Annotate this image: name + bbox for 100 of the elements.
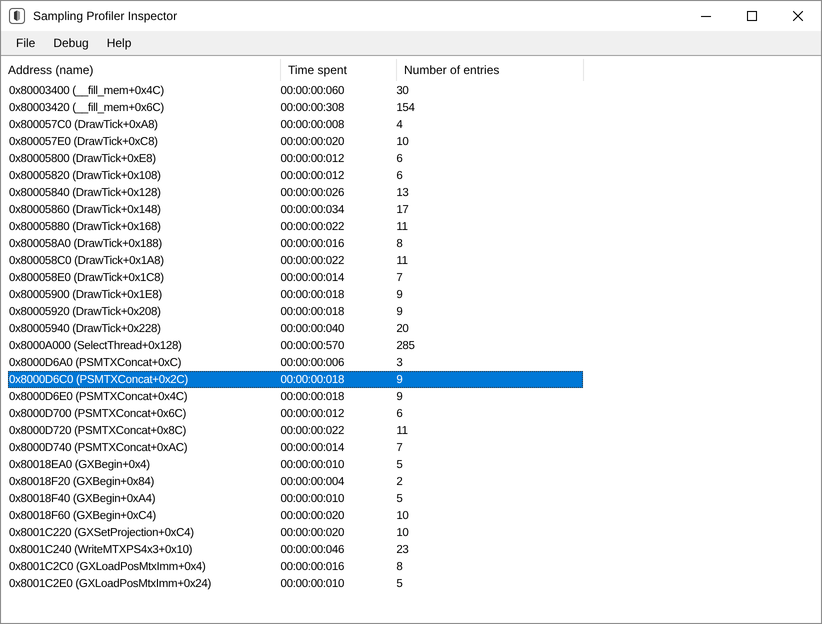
table-cell-text: 00:00:00:018 xyxy=(280,306,346,318)
table-cell-text: 00:00:00:022 xyxy=(280,424,346,436)
table-cell-text: 00:00:00:016 xyxy=(280,238,346,250)
table-cell-text: 00:00:00:010 xyxy=(280,578,346,590)
table-row[interactable]: 0x80018EA0 (GXBegin+0x4) 00:00:00:010 5 xyxy=(8,456,583,473)
table-cell-text: 00:00:00:034 xyxy=(280,204,346,216)
table-cell-text: 0x80018F20 (GXBegin+0x84) xyxy=(8,476,155,488)
table-cell-text: 6 xyxy=(396,170,404,182)
table-cell-text: 00:00:00:014 xyxy=(280,442,346,454)
table-cell-text: 0x800057C0 (DrawTick+0xA8) xyxy=(8,118,159,130)
table-cell-text: 00:00:00:006 xyxy=(280,356,346,368)
table-row[interactable]: 0x8000D6C0 (PSMTXConcat+0x2C) 00:00:00:018 9 xyxy=(8,371,583,388)
table-row[interactable]: 0x8000D740 (PSMTXConcat+0xAC) 00:00:00:014 7 xyxy=(8,439,583,456)
menu-item[interactable]: Help xyxy=(98,33,140,53)
table-row[interactable]: 0x8000D700 (PSMTXConcat+0x6C) 00:00:00:012 6 xyxy=(8,405,583,422)
window-title: Sampling Profiler Inspector xyxy=(33,9,178,23)
table-cell-text: 4 xyxy=(396,118,404,130)
table-cell-text: 00:00:00:020 xyxy=(280,510,346,522)
table-cell-text: 7 xyxy=(396,442,404,454)
table-cell-text: 0x80005800 (DrawTick+0xE8) xyxy=(8,152,157,164)
column-header[interactable]: Address (name) xyxy=(1,59,281,81)
table-cell-text: 00:00:00:018 xyxy=(280,288,346,300)
table-row[interactable]: 0x80018F60 (GXBegin+0xC4) 00:00:00:020 10 xyxy=(8,507,583,524)
table-cell-text: 0x80005920 (DrawTick+0x208) xyxy=(8,306,162,318)
table-row[interactable]: 0x8001C220 (GXSetProjection+0xC4) 00:00:00:020 10 xyxy=(8,524,583,541)
table-row[interactable]: 0x80018F40 (GXBegin+0xA4) 00:00:00:010 5 xyxy=(8,490,583,507)
table-cell-text: 11 xyxy=(396,254,409,266)
table-row[interactable]: 0x80005880 (DrawTick+0x168) 00:00:00:022 11 xyxy=(8,218,583,235)
column-header[interactable]: Number of entries xyxy=(397,59,584,81)
table-row[interactable]: 0x8001C2E0 (GXLoadPosMtxImm+0x24) 00:00:00:010 5 xyxy=(8,575,583,592)
table-row[interactable]: 0x800058C0 (DrawTick+0x1A8) 00:00:00:022 11 xyxy=(8,252,583,269)
table-cell-text: 9 xyxy=(396,390,404,402)
menu-item[interactable]: Debug xyxy=(44,33,98,53)
table-cell-text: 20 xyxy=(396,322,410,334)
table-cell-text: 00:00:00:008 xyxy=(280,118,346,130)
table-cell-text: 0x8000D6E0 (PSMTXConcat+0x4C) xyxy=(8,390,188,402)
table-row[interactable]: 0x80018F20 (GXBegin+0x84) 00:00:00:004 2 xyxy=(8,473,583,490)
table-cell-text: 0x80005840 (DrawTick+0x128) xyxy=(8,186,162,198)
table-cell-text: 00:00:00:020 xyxy=(280,526,346,538)
table-row[interactable]: 0x8001C240 (WriteMTXPS4x3+0x10) 00:00:00:046 23 xyxy=(8,541,583,558)
table-row[interactable]: 0x800057E0 (DrawTick+0xC8) 00:00:00:020 10 xyxy=(8,133,583,150)
table-cell-text: 9 xyxy=(396,306,404,318)
menu-item[interactable]: File xyxy=(7,33,44,53)
table-cell-text: 8 xyxy=(396,238,404,250)
table-cell-text: 17 xyxy=(396,204,410,216)
table-cell-text: 0x8001C2E0 (GXLoadPosMtxImm+0x24) xyxy=(8,578,212,590)
table-cell-text: 0x8001C2C0 (GXLoadPosMtxImm+0x4) xyxy=(8,560,207,572)
table-cell-text: 6 xyxy=(396,408,404,420)
table-cell-text: 00:00:00:012 xyxy=(280,152,346,164)
table-row[interactable]: 0x80003400 (__fill_mem+0x4C) 00:00:00:060 30 xyxy=(8,82,583,99)
table-cell-text: 00:00:00:022 xyxy=(280,254,346,266)
table-cell-text: 0x8000D6C0 (PSMTXConcat+0x2C) xyxy=(8,374,189,386)
table-cell-text: 0x8000D740 (PSMTXConcat+0xAC) xyxy=(8,442,188,454)
table-cell-text: 0x80005880 (DrawTick+0x168) xyxy=(8,220,162,232)
table-cell-text: 0x8000D700 (PSMTXConcat+0x6C) xyxy=(8,408,187,420)
table-cell-text: 10 xyxy=(396,526,410,538)
table-row[interactable]: 0x80005860 (DrawTick+0x148) 00:00:00:034 17 xyxy=(8,201,583,218)
table-cell-text: 7 xyxy=(396,272,404,284)
table-cell-text: 00:00:00:012 xyxy=(280,408,346,420)
table-cell-text: 00:00:00:014 xyxy=(280,272,346,284)
close-icon xyxy=(793,11,803,21)
table-cell-text: 0x80018F60 (GXBegin+0xC4) xyxy=(8,510,157,522)
table-row[interactable]: 0x800057C0 (DrawTick+0xA8) 00:00:00:008 4 xyxy=(8,116,583,133)
table-row[interactable]: 0x80005840 (DrawTick+0x128) 00:00:00:026 13 xyxy=(8,184,583,201)
table-cell-text: 0x80005820 (DrawTick+0x108) xyxy=(8,170,162,182)
table-row[interactable]: 0x80005920 (DrawTick+0x208) 00:00:00:018 9 xyxy=(8,303,583,320)
table-cell-text: 00:00:00:020 xyxy=(280,136,346,148)
table-cell-text: 154 xyxy=(396,102,416,114)
table-row[interactable]: 0x800058E0 (DrawTick+0x1C8) 00:00:00:014 7 xyxy=(8,269,583,286)
table-cell-text: 00:00:00:016 xyxy=(280,560,346,572)
table-row[interactable]: 0x80005820 (DrawTick+0x108) 00:00:00:012 6 xyxy=(8,167,583,184)
table-cell-text: 9 xyxy=(396,288,404,300)
table-cell-text: 5 xyxy=(396,492,404,504)
table-row[interactable]: 0x8000D6A0 (PSMTXConcat+0xC) 00:00:00:006 3 xyxy=(8,354,583,371)
table-cell-text: 0x8000D6A0 (PSMTXConcat+0xC) xyxy=(8,356,182,368)
table-cell-text: 0x80003400 (__fill_mem+0x4C) xyxy=(8,84,165,96)
table-row[interactable]: 0x8001C2C0 (GXLoadPosMtxImm+0x4) 00:00:00:016 8 xyxy=(8,558,583,575)
table-cell-text: 0x800057E0 (DrawTick+0xC8) xyxy=(8,136,159,148)
table-row[interactable]: 0x8000D6E0 (PSMTXConcat+0x4C) 00:00:00:018 9 xyxy=(8,388,583,405)
table-row[interactable]: 0x800058A0 (DrawTick+0x188) 00:00:00:016 8 xyxy=(8,235,583,252)
table-cell-text: 0x80018EA0 (GXBegin+0x4) xyxy=(8,458,151,470)
table-cell-text: 30 xyxy=(396,84,410,96)
table-cell-text: 00:00:00:012 xyxy=(280,170,346,182)
table-cell-text: 0x8000D720 (PSMTXConcat+0x8C) xyxy=(8,424,187,436)
table-cell-text: 00:00:00:570 xyxy=(280,340,346,352)
table-row[interactable]: 0x80003420 (__fill_mem+0x6C) 00:00:00:308 154 xyxy=(8,99,583,116)
table-cell-text: 00:00:00:060 xyxy=(280,84,346,96)
table-row[interactable]: 0x8000D720 (PSMTXConcat+0x8C) 00:00:00:022 11 xyxy=(8,422,583,439)
table-row[interactable]: 0x8000A000 (SelectThread+0x128) 00:00:00:570 285 xyxy=(8,337,583,354)
column-header[interactable]: Time spent xyxy=(281,59,397,81)
table-row[interactable]: 0x80005800 (DrawTick+0xE8) 00:00:00:012 6 xyxy=(8,150,583,167)
table-cell-text: 13 xyxy=(396,186,410,198)
table-cell-text: 5 xyxy=(396,578,404,590)
table-row[interactable]: 0x80005900 (DrawTick+0x1E8) 00:00:00:018 9 xyxy=(8,286,583,303)
table-cell-text: 00:00:00:018 xyxy=(280,374,346,386)
table-cell-text: 285 xyxy=(396,340,416,352)
table-cell-text: 11 xyxy=(396,220,409,232)
table-cell-text: 00:00:00:010 xyxy=(280,492,346,504)
table-row[interactable]: 0x80005940 (DrawTick+0x228) 00:00:00:040 20 xyxy=(8,320,583,337)
table-cell-text: 2 xyxy=(396,476,404,488)
